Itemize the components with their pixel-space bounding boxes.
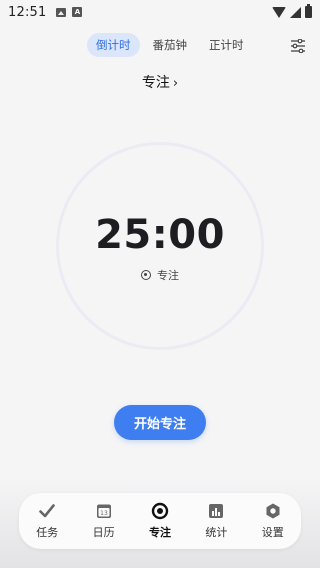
calendar-day-number: 13 [100,510,108,517]
chevron-right-icon: › [172,76,179,91]
focus-tag[interactable]: 专注 [0,267,320,283]
chart-icon [207,502,225,520]
check-icon [38,502,56,520]
signal-icon [290,6,301,18]
focus-icon [151,502,169,520]
target-icon [141,270,151,280]
battery-icon [305,4,312,18]
focus-title-button[interactable]: 专注 › [0,72,320,92]
status-left-icons: A [56,7,83,17]
tab-countdown[interactable]: 倒计时 [87,33,140,57]
nav-label-settings: 设置 [261,526,284,539]
nav-item-calendar[interactable]: 13 日历 [79,502,129,540]
status-bar: 12:51 A [0,0,320,24]
tab-stopwatch[interactable]: 正计时 [200,33,253,57]
nav-item-tasks[interactable]: 任务 [22,502,72,540]
timer-display: 25:00 [95,212,225,258]
nav-label-tasks: 任务 [36,526,59,539]
sliders-icon[interactable] [290,38,306,54]
nav-label-calendar: 日历 [92,526,115,539]
nav-item-focus[interactable]: 专注 [135,502,185,540]
tab-pomodoro[interactable]: 番茄钟 [144,33,197,57]
hexagon-settings-icon [264,502,282,520]
wifi-icon [272,6,286,18]
focus-tag-label: 专注 [157,269,179,282]
status-time: 12:51 [8,4,47,20]
image-icon [56,7,67,17]
a-badge-icon: A [72,7,83,17]
mode-tabs: 倒计时 番茄钟 正计时 [87,33,253,57]
nav-item-stats[interactable]: 统计 [191,502,241,540]
start-focus-button[interactable]: 开始专注 [114,405,206,440]
bottom-nav: 任务 13 日历 专注 统计 设置 [19,493,301,549]
nav-item-settings[interactable]: 设置 [248,502,298,540]
nav-label-stats: 统计 [205,526,228,539]
focus-title-label: 专注 [141,75,170,91]
nav-label-focus: 专注 [148,526,171,539]
status-right-icons [272,4,312,18]
calendar-icon: 13 [95,502,113,520]
